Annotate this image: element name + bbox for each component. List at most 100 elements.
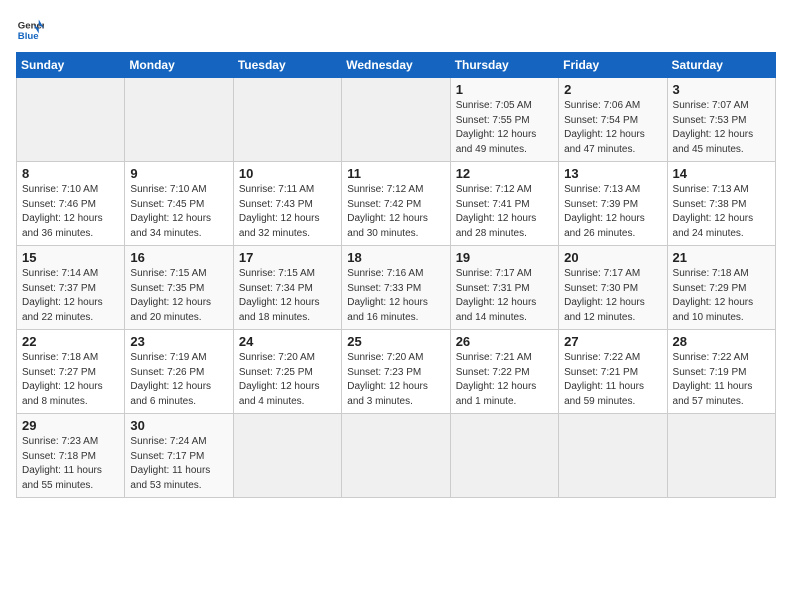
calendar-week-row: 22 Sunrise: 7:18 AMSunset: 7:27 PMDayligh… [17,330,776,414]
day-info: Sunrise: 7:19 AMSunset: 7:26 PMDaylight:… [130,351,227,409]
calendar-day-cell [559,414,667,498]
day-info: Sunrise: 7:21 AMSunset: 7:22 PMDaylight:… [456,351,553,409]
calendar-day-cell [233,78,341,162]
calendar-day-cell: 15 Sunrise: 7:14 AMSunset: 7:37 PMDayligh… [17,246,125,330]
day-number: 8 [22,166,119,181]
calendar-day-cell: 18 Sunrise: 7:16 AMSunset: 7:33 PMDayligh… [342,246,450,330]
calendar-day-cell: 12 Sunrise: 7:12 AMSunset: 7:41 PMDayligh… [450,162,558,246]
calendar-day-cell: 27Sunrise: 7:22 AMSunset: 7:21 PMDayligh… [559,330,667,414]
day-number: 26 [456,334,553,349]
day-number: 11 [347,166,444,181]
day-number: 10 [239,166,336,181]
day-number: 29 [22,418,119,433]
day-number: 19 [456,250,553,265]
calendar-day-cell: 16 Sunrise: 7:15 AMSunset: 7:35 PMDayligh… [125,246,233,330]
logo-icon: General Blue [16,16,44,44]
day-header-wednesday: Wednesday [342,53,450,78]
calendar-day-cell: 28 Sunrise: 7:22 AMSunset: 7:19 PMDayligh… [667,330,775,414]
day-number: 9 [130,166,227,181]
day-info: Sunrise: 7:20 AMSunset: 7:23 PMDaylight:… [347,351,444,409]
day-header-saturday: Saturday [667,53,775,78]
calendar-day-cell: 29 Sunrise: 7:23 AMSunset: 7:18 PMDayligh… [17,414,125,498]
calendar-day-cell: 10 Sunrise: 7:11 AMSunset: 7:43 PMDayligh… [233,162,341,246]
calendar-day-cell [342,414,450,498]
day-number: 28 [673,334,770,349]
calendar-day-cell [667,414,775,498]
calendar-table: SundayMondayTuesdayWednesdayThursdayFrid… [16,52,776,498]
day-number: 16 [130,250,227,265]
calendar-day-cell [450,414,558,498]
day-info: Sunrise: 7:18 AMSunset: 7:29 PMDaylight:… [673,267,770,325]
calendar-day-cell: 13 Sunrise: 7:13 AMSunset: 7:39 PMDayligh… [559,162,667,246]
day-info: Sunrise: 7:18 AMSunset: 7:27 PMDaylight:… [22,351,119,409]
day-number: 15 [22,250,119,265]
calendar-day-cell [233,414,341,498]
day-info: Sunrise: 7:14 AMSunset: 7:37 PMDaylight:… [22,267,119,325]
calendar-day-cell: 21 Sunrise: 7:18 AMSunset: 7:29 PMDayligh… [667,246,775,330]
calendar-week-row: 8Sunrise: 7:10 AMSunset: 7:46 PMDaylight… [17,162,776,246]
calendar-day-cell: 19 Sunrise: 7:17 AMSunset: 7:31 PMDayligh… [450,246,558,330]
day-number: 24 [239,334,336,349]
calendar-day-cell: 22 Sunrise: 7:18 AMSunset: 7:27 PMDayligh… [17,330,125,414]
calendar-day-cell: 1 Sunrise: 7:05 AMSunset: 7:55 PMDaylight… [450,78,558,162]
calendar-day-cell: 30 Sunrise: 7:24 AMSunset: 7:17 PMDayligh… [125,414,233,498]
day-info: Sunrise: 7:13 AMSunset: 7:38 PMDaylight:… [673,183,770,241]
day-info: Sunrise: 7:15 AMSunset: 7:34 PMDaylight:… [239,267,336,325]
day-number: 25 [347,334,444,349]
day-number: 12 [456,166,553,181]
day-info: Sunrise: 7:10 AMSunset: 7:45 PMDaylight:… [130,183,227,241]
day-header-thursday: Thursday [450,53,558,78]
calendar-day-cell: 3 Sunrise: 7:07 AMSunset: 7:53 PMDaylight… [667,78,775,162]
day-number: 2 [564,82,661,97]
day-info: Sunrise: 7:17 AMSunset: 7:31 PMDaylight:… [456,267,553,325]
calendar-day-cell [342,78,450,162]
day-info: Sunrise: 7:24 AMSunset: 7:17 PMDaylight:… [130,435,227,493]
day-info: Sunrise: 7:15 AMSunset: 7:35 PMDaylight:… [130,267,227,325]
day-info: Sunrise: 7:11 AMSunset: 7:43 PMDaylight:… [239,183,336,241]
day-header-tuesday: Tuesday [233,53,341,78]
day-number: 3 [673,82,770,97]
day-number: 21 [673,250,770,265]
page-header: General Blue [16,16,776,44]
day-number: 18 [347,250,444,265]
day-number: 17 [239,250,336,265]
calendar-week-row: 1 Sunrise: 7:05 AMSunset: 7:55 PMDaylight… [17,78,776,162]
calendar-day-cell: 2 Sunrise: 7:06 AMSunset: 7:54 PMDaylight… [559,78,667,162]
calendar-day-cell [17,78,125,162]
calendar-day-cell [125,78,233,162]
calendar-day-cell: 20Sunrise: 7:17 AMSunset: 7:30 PMDayligh… [559,246,667,330]
day-info: Sunrise: 7:22 AMSunset: 7:19 PMDaylight:… [673,351,770,409]
day-info: Sunrise: 7:20 AMSunset: 7:25 PMDaylight:… [239,351,336,409]
calendar-week-row: 15 Sunrise: 7:14 AMSunset: 7:37 PMDayligh… [17,246,776,330]
day-header-friday: Friday [559,53,667,78]
day-info: Sunrise: 7:23 AMSunset: 7:18 PMDaylight:… [22,435,119,493]
calendar-day-cell: 25 Sunrise: 7:20 AMSunset: 7:23 PMDayligh… [342,330,450,414]
calendar-day-cell: 24 Sunrise: 7:20 AMSunset: 7:25 PMDayligh… [233,330,341,414]
day-header-monday: Monday [125,53,233,78]
day-number: 13 [564,166,661,181]
calendar-day-cell: 9 Sunrise: 7:10 AMSunset: 7:45 PMDaylight… [125,162,233,246]
day-number: 1 [456,82,553,97]
calendar-day-cell: 14 Sunrise: 7:13 AMSunset: 7:38 PMDayligh… [667,162,775,246]
day-info: Sunrise: 7:05 AMSunset: 7:55 PMDaylight:… [456,99,553,157]
day-info: Sunrise: 7:16 AMSunset: 7:33 PMDaylight:… [347,267,444,325]
calendar-day-cell: 11 Sunrise: 7:12 AMSunset: 7:42 PMDayligh… [342,162,450,246]
logo: General Blue [16,16,44,44]
day-number: 22 [22,334,119,349]
day-header-sunday: Sunday [17,53,125,78]
day-info: Sunrise: 7:22 AMSunset: 7:21 PMDaylight:… [564,351,661,409]
day-info: Sunrise: 7:17 AMSunset: 7:30 PMDaylight:… [564,267,661,325]
calendar-day-cell: 8Sunrise: 7:10 AMSunset: 7:46 PMDaylight… [17,162,125,246]
day-info: Sunrise: 7:13 AMSunset: 7:39 PMDaylight:… [564,183,661,241]
day-info: Sunrise: 7:12 AMSunset: 7:41 PMDaylight:… [456,183,553,241]
day-number: 23 [130,334,227,349]
day-info: Sunrise: 7:07 AMSunset: 7:53 PMDaylight:… [673,99,770,157]
day-number: 14 [673,166,770,181]
day-info: Sunrise: 7:12 AMSunset: 7:42 PMDaylight:… [347,183,444,241]
calendar-day-cell: 26 Sunrise: 7:21 AMSunset: 7:22 PMDayligh… [450,330,558,414]
calendar-header-row: SundayMondayTuesdayWednesdayThursdayFrid… [17,53,776,78]
day-number: 30 [130,418,227,433]
day-info: Sunrise: 7:06 AMSunset: 7:54 PMDaylight:… [564,99,661,157]
calendar-day-cell: 17 Sunrise: 7:15 AMSunset: 7:34 PMDayligh… [233,246,341,330]
calendar-week-row: 29 Sunrise: 7:23 AMSunset: 7:18 PMDayligh… [17,414,776,498]
